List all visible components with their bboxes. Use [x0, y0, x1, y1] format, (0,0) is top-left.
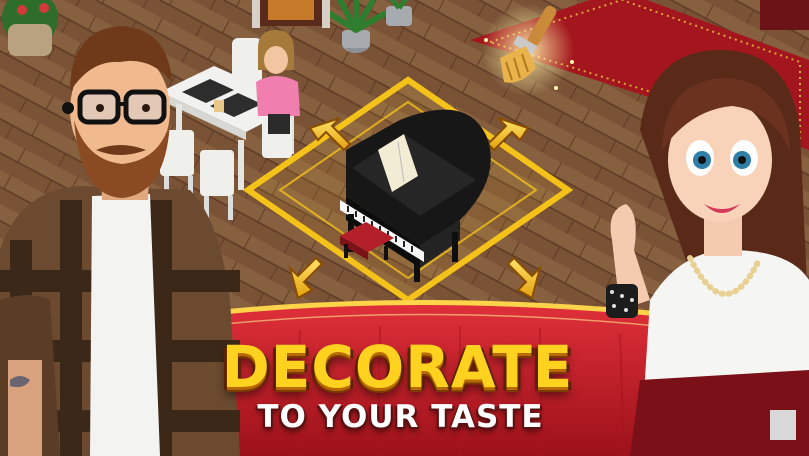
jukebox — [252, 0, 330, 28]
game-screen: DECORATE TO YOUR TASTE — [0, 0, 809, 456]
title-banner — [160, 299, 690, 456]
game-scene — [0, 0, 809, 456]
paintbrush-icon[interactable] — [482, 4, 574, 96]
potted-plant — [2, 0, 58, 56]
dining-chair — [232, 38, 262, 86]
